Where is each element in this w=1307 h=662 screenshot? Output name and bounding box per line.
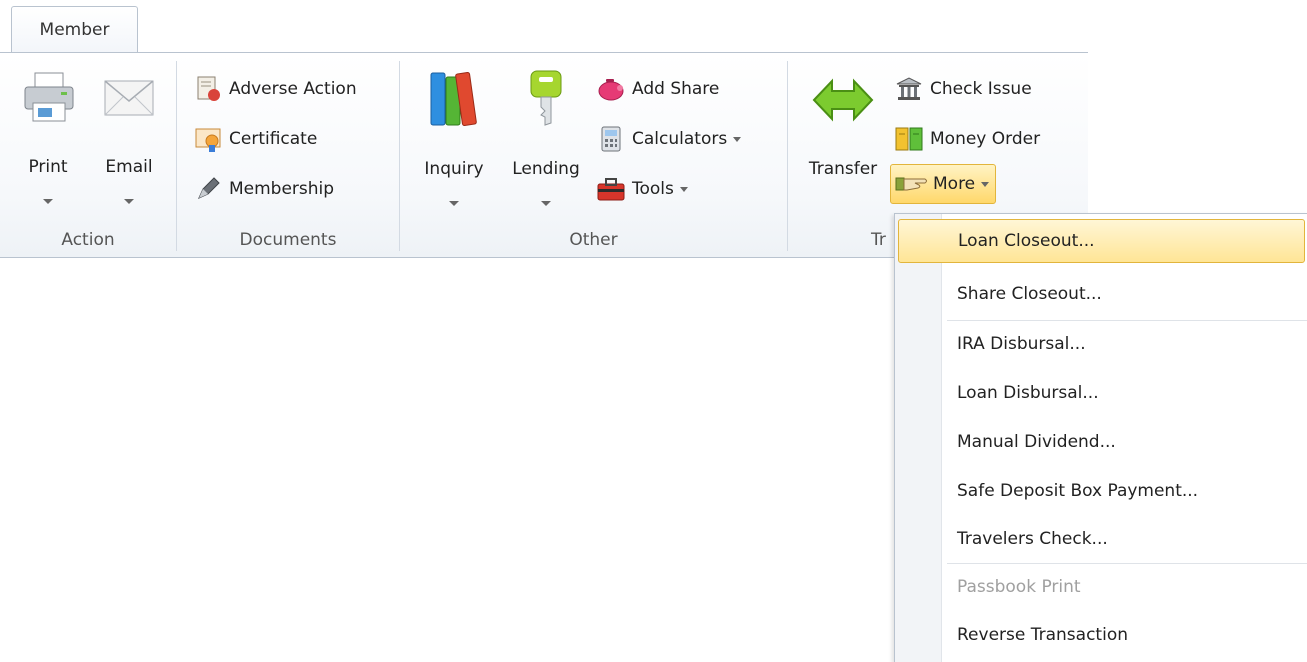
menu-item-travelers-check[interactable]: Travelers Check... [895,517,1307,561]
money-order-icon [895,127,923,151]
check-issue-label: Check Issue [930,79,1032,99]
piggy-bank-icon [598,79,624,101]
books-icon [430,72,477,126]
group-documents: Adverse Action Certificate Membership Do… [177,53,399,258]
certificate-icon [195,128,221,152]
group-other-label: Other [569,230,618,250]
menu-item-reverse-transaction[interactable]: Reverse Transaction [895,613,1307,657]
menu-item-ira-disbursal[interactable]: IRA Disbursal... [895,322,1307,366]
tools-dropdown-arrow [679,186,688,192]
lending-label: Lending [512,159,580,179]
adverse-action-label: Adverse Action [229,79,357,99]
menu-separator [947,563,1307,564]
bank-building-icon [896,77,922,100]
menu-item-label: Passbook Print [957,577,1081,597]
money-order-label: Money Order [930,129,1041,149]
print-button[interactable]: Print [18,65,78,204]
calculators-button[interactable]: Calculators [596,121,742,157]
menu-separator [947,320,1307,321]
menu-item-label: IRA Disbursal... [957,334,1086,354]
pointing-hand-icon [895,177,927,191]
toolbox-icon [597,178,625,201]
adverse-action-button[interactable]: Adverse Action [193,71,357,107]
tools-label: Tools [632,179,674,199]
pen-icon [198,177,220,199]
envelope-icon [104,80,154,116]
document-stamp-icon [197,76,220,101]
more-label: More [933,174,976,194]
lending-dropdown-arrow [541,201,551,206]
menu-item-safe-deposit-box-payment[interactable]: Safe Deposit Box Payment... [895,469,1307,513]
double-arrow-icon [812,78,874,122]
add-share-label: Add Share [632,79,720,99]
calculator-icon [601,126,621,152]
menu-item-label: Safe Deposit Box Payment... [957,481,1199,501]
more-dropdown-menu: Loan Closeout... Share Closeout... IRA D… [894,213,1307,662]
email-dropdown-arrow [124,199,134,204]
menu-item-label: Travelers Check... [957,529,1108,549]
menu-item-label: Share Closeout... [957,284,1102,304]
menu-item-label: Loan Disbursal... [957,383,1099,403]
inquiry-button[interactable]: Inquiry [412,65,496,206]
menu-item-label: Loan Closeout... [958,231,1095,251]
group-action-label: Action [61,230,115,250]
menu-item-label: Manual Dividend... [957,432,1116,452]
print-dropdown-arrow [43,199,53,204]
tools-button[interactable]: Tools [596,171,688,207]
ribbon-tab-strip: Member [0,0,1088,52]
key-icon [530,70,562,126]
more-dropdown-arrow [981,181,990,187]
money-order-button[interactable]: Money Order [894,121,1040,157]
transfer-label: Transfer [808,159,878,179]
email-label: Email [105,157,153,177]
inquiry-label: Inquiry [424,159,484,179]
menu-item-manual-dividend[interactable]: Manual Dividend... [895,420,1307,464]
menu-item-loan-disbursal[interactable]: Loan Disbursal... [895,371,1307,415]
membership-button[interactable]: Membership [193,171,334,207]
calculators-dropdown-arrow [733,136,742,142]
menu-item-share-closeout[interactable]: Share Closeout... [895,272,1307,316]
check-issue-button[interactable]: Check Issue [894,71,1032,107]
certificate-label: Certificate [229,129,318,149]
menu-item-loan-closeout[interactable]: Loan Closeout... [898,219,1305,263]
group-documents-label: Documents [239,230,337,250]
transfer-button[interactable]: Transfer [798,65,888,195]
certificate-button[interactable]: Certificate [193,121,317,157]
email-button[interactable]: Email [96,65,162,204]
membership-label: Membership [229,179,335,199]
group-action: Print Email Action [0,53,176,258]
tab-member[interactable]: Member [11,6,138,52]
tab-member-label: Member [39,19,110,40]
menu-item-label: Reverse Transaction [957,625,1128,645]
group-other: Inquiry Lending Add Share Calculators To… [400,53,787,258]
more-button[interactable]: More [890,164,997,204]
calculators-label: Calculators [632,129,728,149]
inquiry-dropdown-arrow [449,201,459,206]
printer-icon [24,72,74,122]
print-label: Print [28,157,68,177]
add-share-button[interactable]: Add Share [596,71,719,107]
menu-item-passbook-print: Passbook Print [895,565,1307,609]
lending-button[interactable]: Lending [504,65,588,206]
